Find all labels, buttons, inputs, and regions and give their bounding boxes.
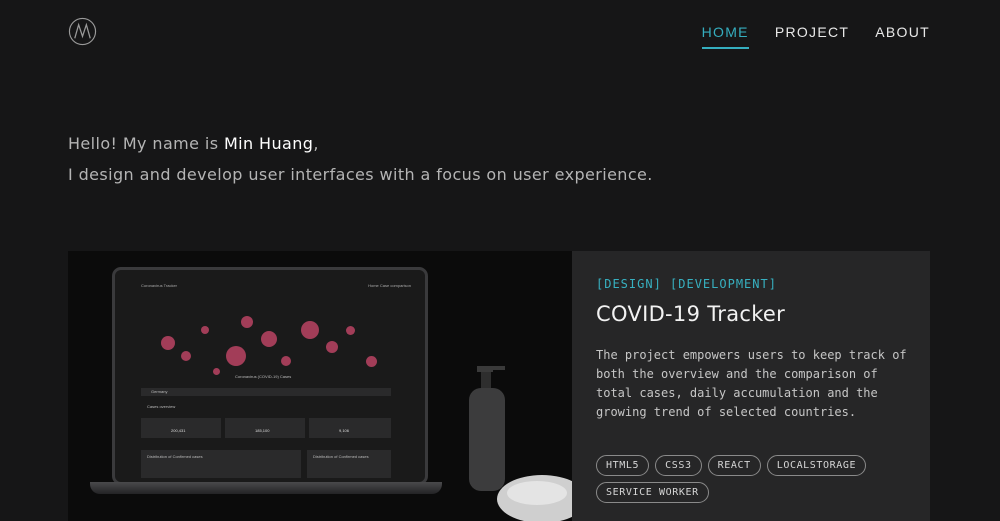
main-nav: HOME PROJECT ABOUT [701, 24, 930, 49]
nav-home[interactable]: HOME [701, 24, 750, 49]
project-title[interactable]: COVID-19 Tracker [596, 302, 785, 326]
tech-chip-list: HTML5 CSS3 REACT LOCALSTORAGE SERVICE WO… [596, 455, 916, 503]
nav-about[interactable]: ABOUT [875, 24, 930, 49]
mock-country: Germany [151, 389, 168, 394]
nav-project[interactable]: PROJECT [775, 24, 849, 49]
mock-stat-card: 200,431 [141, 418, 221, 438]
logo-icon[interactable] [68, 17, 97, 46]
intro-tagline: I design and develop user interfaces wit… [68, 165, 653, 184]
intro-greeting: Hello! My name is Min Huang, [68, 128, 653, 159]
project-categories: [DESIGN] [DEVELOPMENT] [596, 277, 777, 291]
tech-chip: SERVICE WORKER [596, 482, 709, 503]
project-details: [DESIGN] [DEVELOPMENT] COVID-19 Tracker … [572, 251, 930, 521]
intro-greeting-prefix: Hello! My name is [68, 134, 224, 153]
laptop-base [90, 482, 442, 494]
project-card[interactable]: Coronavirus Tracker Home Case comparison… [68, 251, 930, 521]
tech-chip: REACT [707, 455, 761, 476]
mock-stat-value: 9,106 [339, 428, 350, 433]
mock-stat-card: 9,106 [309, 418, 391, 438]
mock-map-caption: Coronavirus (COVID-19) Cases [235, 374, 292, 379]
mock-chart-panel: Distribution of Confirmed cases [307, 450, 391, 478]
mock-overview-label: Cases overview [147, 404, 176, 409]
mock-country-select: Germany [141, 388, 391, 396]
laptop-mockup: Coronavirus Tracker Home Case comparison… [112, 267, 428, 485]
mock-app-nav: Home Case comparison [368, 283, 411, 288]
mock-chart-panel: Distribution of Confirmed cases [141, 450, 301, 478]
project-thumbnail[interactable]: Coronavirus Tracker Home Case comparison… [68, 251, 572, 521]
project-description: The project empowers users to keep track… [596, 348, 907, 419]
mock-section-left: Distribution of Confirmed cases [147, 454, 203, 459]
tech-chip: CSS3 [655, 455, 702, 476]
author-name: Min Huang [223, 134, 314, 153]
mock-stat-card: 185,100 [225, 418, 305, 438]
intro-text: Hello! My name is Min Huang, I design an… [68, 128, 653, 190]
mock-stat-value: 200,431 [171, 428, 186, 433]
mock-section-right: Distribution of Confirmed cases [313, 454, 369, 459]
tech-chip: LOCALSTORAGE [766, 455, 867, 476]
mock-stat-value: 185,100 [255, 428, 270, 433]
mock-app-title: Coronavirus Tracker [141, 283, 178, 288]
intro-greeting-suffix: , [313, 134, 319, 153]
tech-chip: HTML5 [596, 455, 650, 476]
towel-icon [497, 475, 572, 521]
